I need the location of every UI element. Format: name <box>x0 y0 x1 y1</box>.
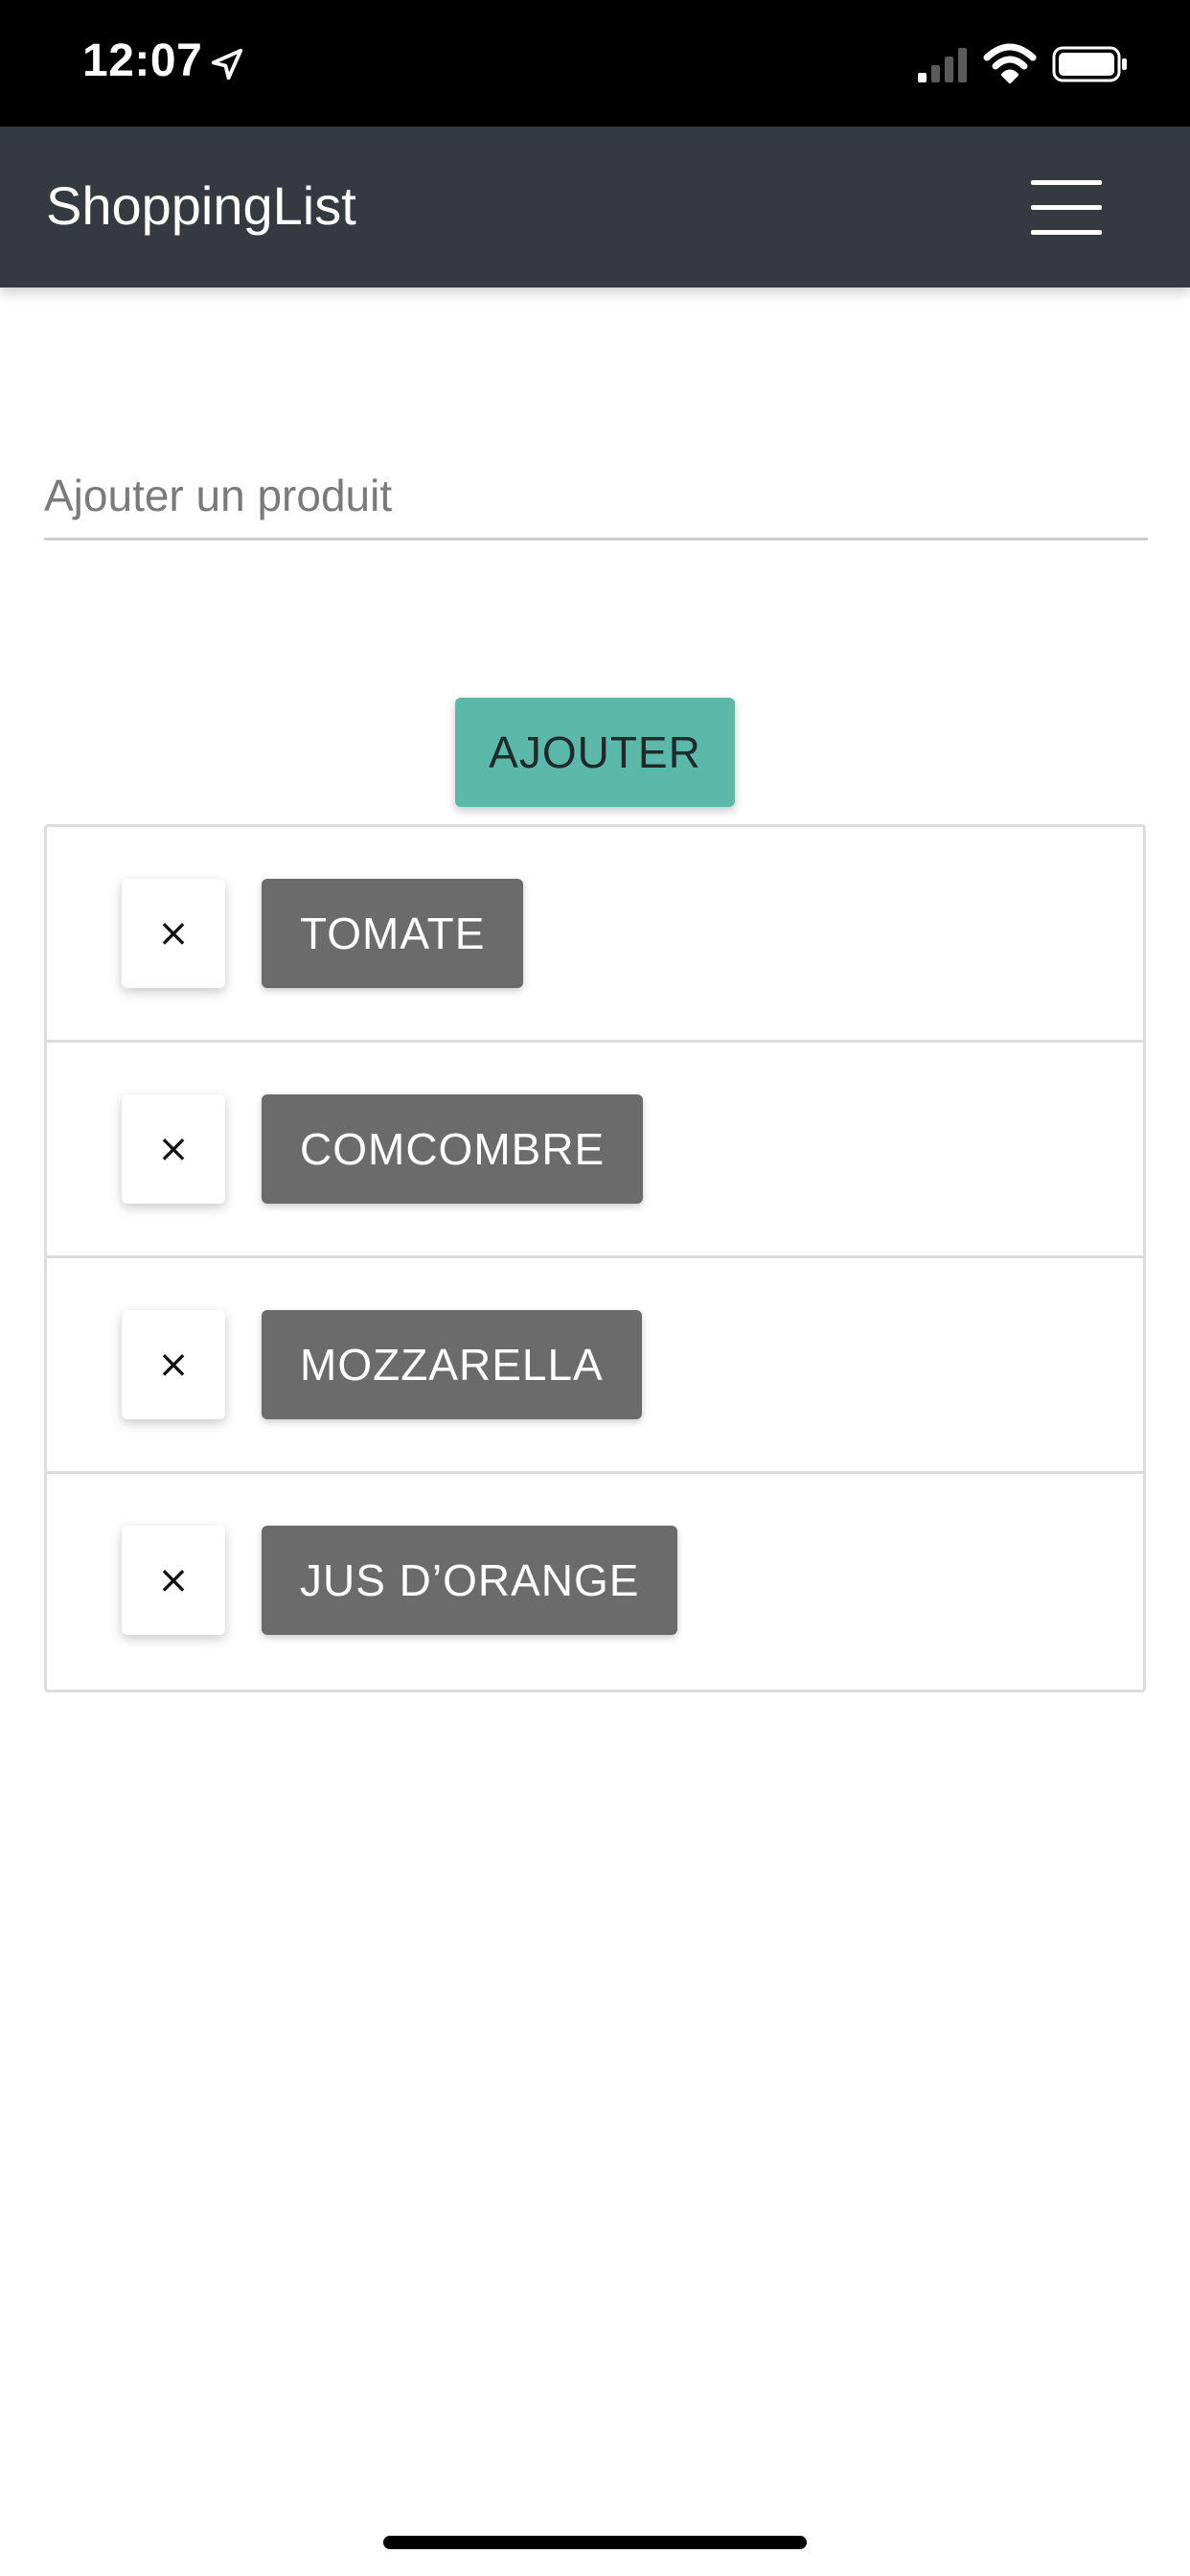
list-item: × COMCOMBRE <box>47 1043 1143 1258</box>
status-bar: 12:07 <box>0 0 1190 126</box>
product-input[interactable] <box>44 460 1148 540</box>
delete-item-button[interactable]: × <box>122 1310 225 1419</box>
delete-item-button[interactable]: × <box>122 879 225 988</box>
delete-item-button[interactable]: × <box>122 1526 225 1635</box>
app-brand[interactable]: ShoppingList <box>46 174 356 237</box>
battery-icon <box>1052 46 1127 82</box>
shopping-list: × TOMATE × COMCOMBRE × MOZZARELLA × JUS … <box>44 824 1146 1692</box>
list-item: × JUS D’ORANGE <box>47 1474 1143 1690</box>
cellular-signal-icon <box>918 48 967 82</box>
home-indicator[interactable] <box>383 2536 807 2549</box>
item-label[interactable]: COMCOMBRE <box>262 1094 644 1204</box>
status-time: 12:07 <box>82 35 203 86</box>
item-label[interactable]: TOMATE <box>262 879 524 988</box>
app-screen: 12:07 ShoppingList Ajouter un produit AJ… <box>0 0 1190 2576</box>
list-item: × MOZZARELLA <box>47 1258 1143 1474</box>
menu-toggle-button[interactable] <box>1016 163 1115 253</box>
item-label[interactable]: MOZZARELLA <box>262 1310 642 1419</box>
location-arrow-icon <box>211 48 243 80</box>
list-item: × TOMATE <box>47 827 1143 1043</box>
delete-item-button[interactable]: × <box>122 1094 225 1204</box>
item-label[interactable]: JUS D’ORANGE <box>262 1526 678 1635</box>
add-button[interactable]: AJOUTER <box>455 698 735 807</box>
navbar: ShoppingList <box>0 126 1190 288</box>
wifi-icon <box>983 43 1037 83</box>
